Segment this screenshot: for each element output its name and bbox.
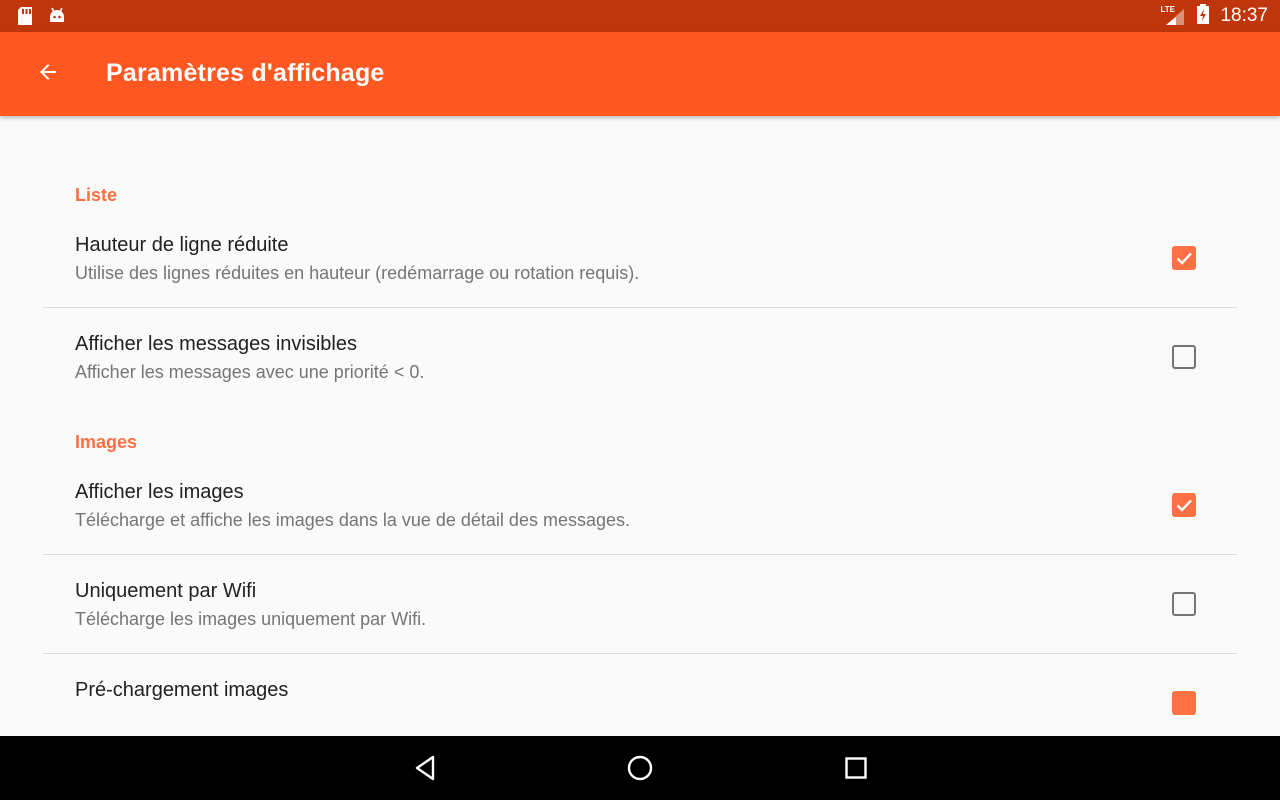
app-bar: Paramètres d'affichage	[0, 32, 1280, 116]
clock: 18:37	[1220, 5, 1268, 26]
checkbox-unchecked[interactable]	[1172, 345, 1196, 369]
signal-icon: LTE	[1160, 5, 1186, 27]
pref-show-invisible-messages[interactable]: Afficher les messages invisibles Affiche…	[43, 308, 1237, 407]
pref-title: Afficher les messages invisibles	[75, 333, 357, 355]
sd-card-icon	[16, 6, 34, 31]
checkbox-unchecked[interactable]	[1172, 592, 1196, 616]
nav-home-button[interactable]	[622, 750, 658, 786]
pref-summary: Afficher les messages avec une priorité …	[75, 362, 425, 382]
category-header-images: Images	[75, 432, 138, 452]
pref-show-images[interactable]: Afficher les images Télécharge et affich…	[43, 456, 1237, 555]
back-triangle-icon	[415, 755, 435, 781]
checkbox-checked[interactable]	[1172, 246, 1196, 270]
page-title: Paramètres d'affichage	[106, 59, 385, 87]
pref-wifi-only[interactable]: Uniquement par Wifi Télécharge les image…	[43, 555, 1237, 654]
nav-back-button[interactable]	[407, 750, 443, 786]
arrow-back-icon	[36, 60, 60, 89]
pref-image-preload[interactable]: Pré-chargement images	[43, 654, 1237, 736]
pref-reduced-row-height[interactable]: Hauteur de ligne réduite Utilise des lig…	[43, 209, 1237, 308]
pref-title: Afficher les images	[75, 481, 244, 503]
nav-recents-button[interactable]	[838, 750, 874, 786]
status-bar: LTE 18:37	[0, 0, 1280, 32]
pref-title: Hauteur de ligne réduite	[75, 234, 289, 256]
check-icon	[1176, 499, 1192, 512]
pref-summary: Télécharge les images uniquement par Wif…	[75, 609, 427, 629]
back-button[interactable]	[28, 54, 68, 94]
battery-icon	[1196, 3, 1210, 30]
pref-summary: Utilise des lignes réduites en hauteur (…	[75, 263, 640, 283]
android-icon	[48, 6, 66, 31]
preferences-list[interactable]: Liste Hauteur de ligne réduite Utilise d…	[0, 116, 1280, 736]
check-icon	[1176, 252, 1192, 265]
checkbox-checked[interactable]	[1172, 493, 1196, 517]
checkbox-checked[interactable]	[1172, 691, 1196, 715]
home-circle-icon	[627, 755, 653, 781]
pref-summary: Télécharge et affiche les images dans la…	[75, 510, 630, 530]
navigation-bar	[0, 736, 1280, 800]
category-header-liste: Liste	[75, 185, 118, 205]
recents-square-icon	[845, 757, 867, 779]
pref-title: Pré-chargement images	[75, 679, 289, 701]
pref-title: Uniquement par Wifi	[75, 580, 257, 602]
